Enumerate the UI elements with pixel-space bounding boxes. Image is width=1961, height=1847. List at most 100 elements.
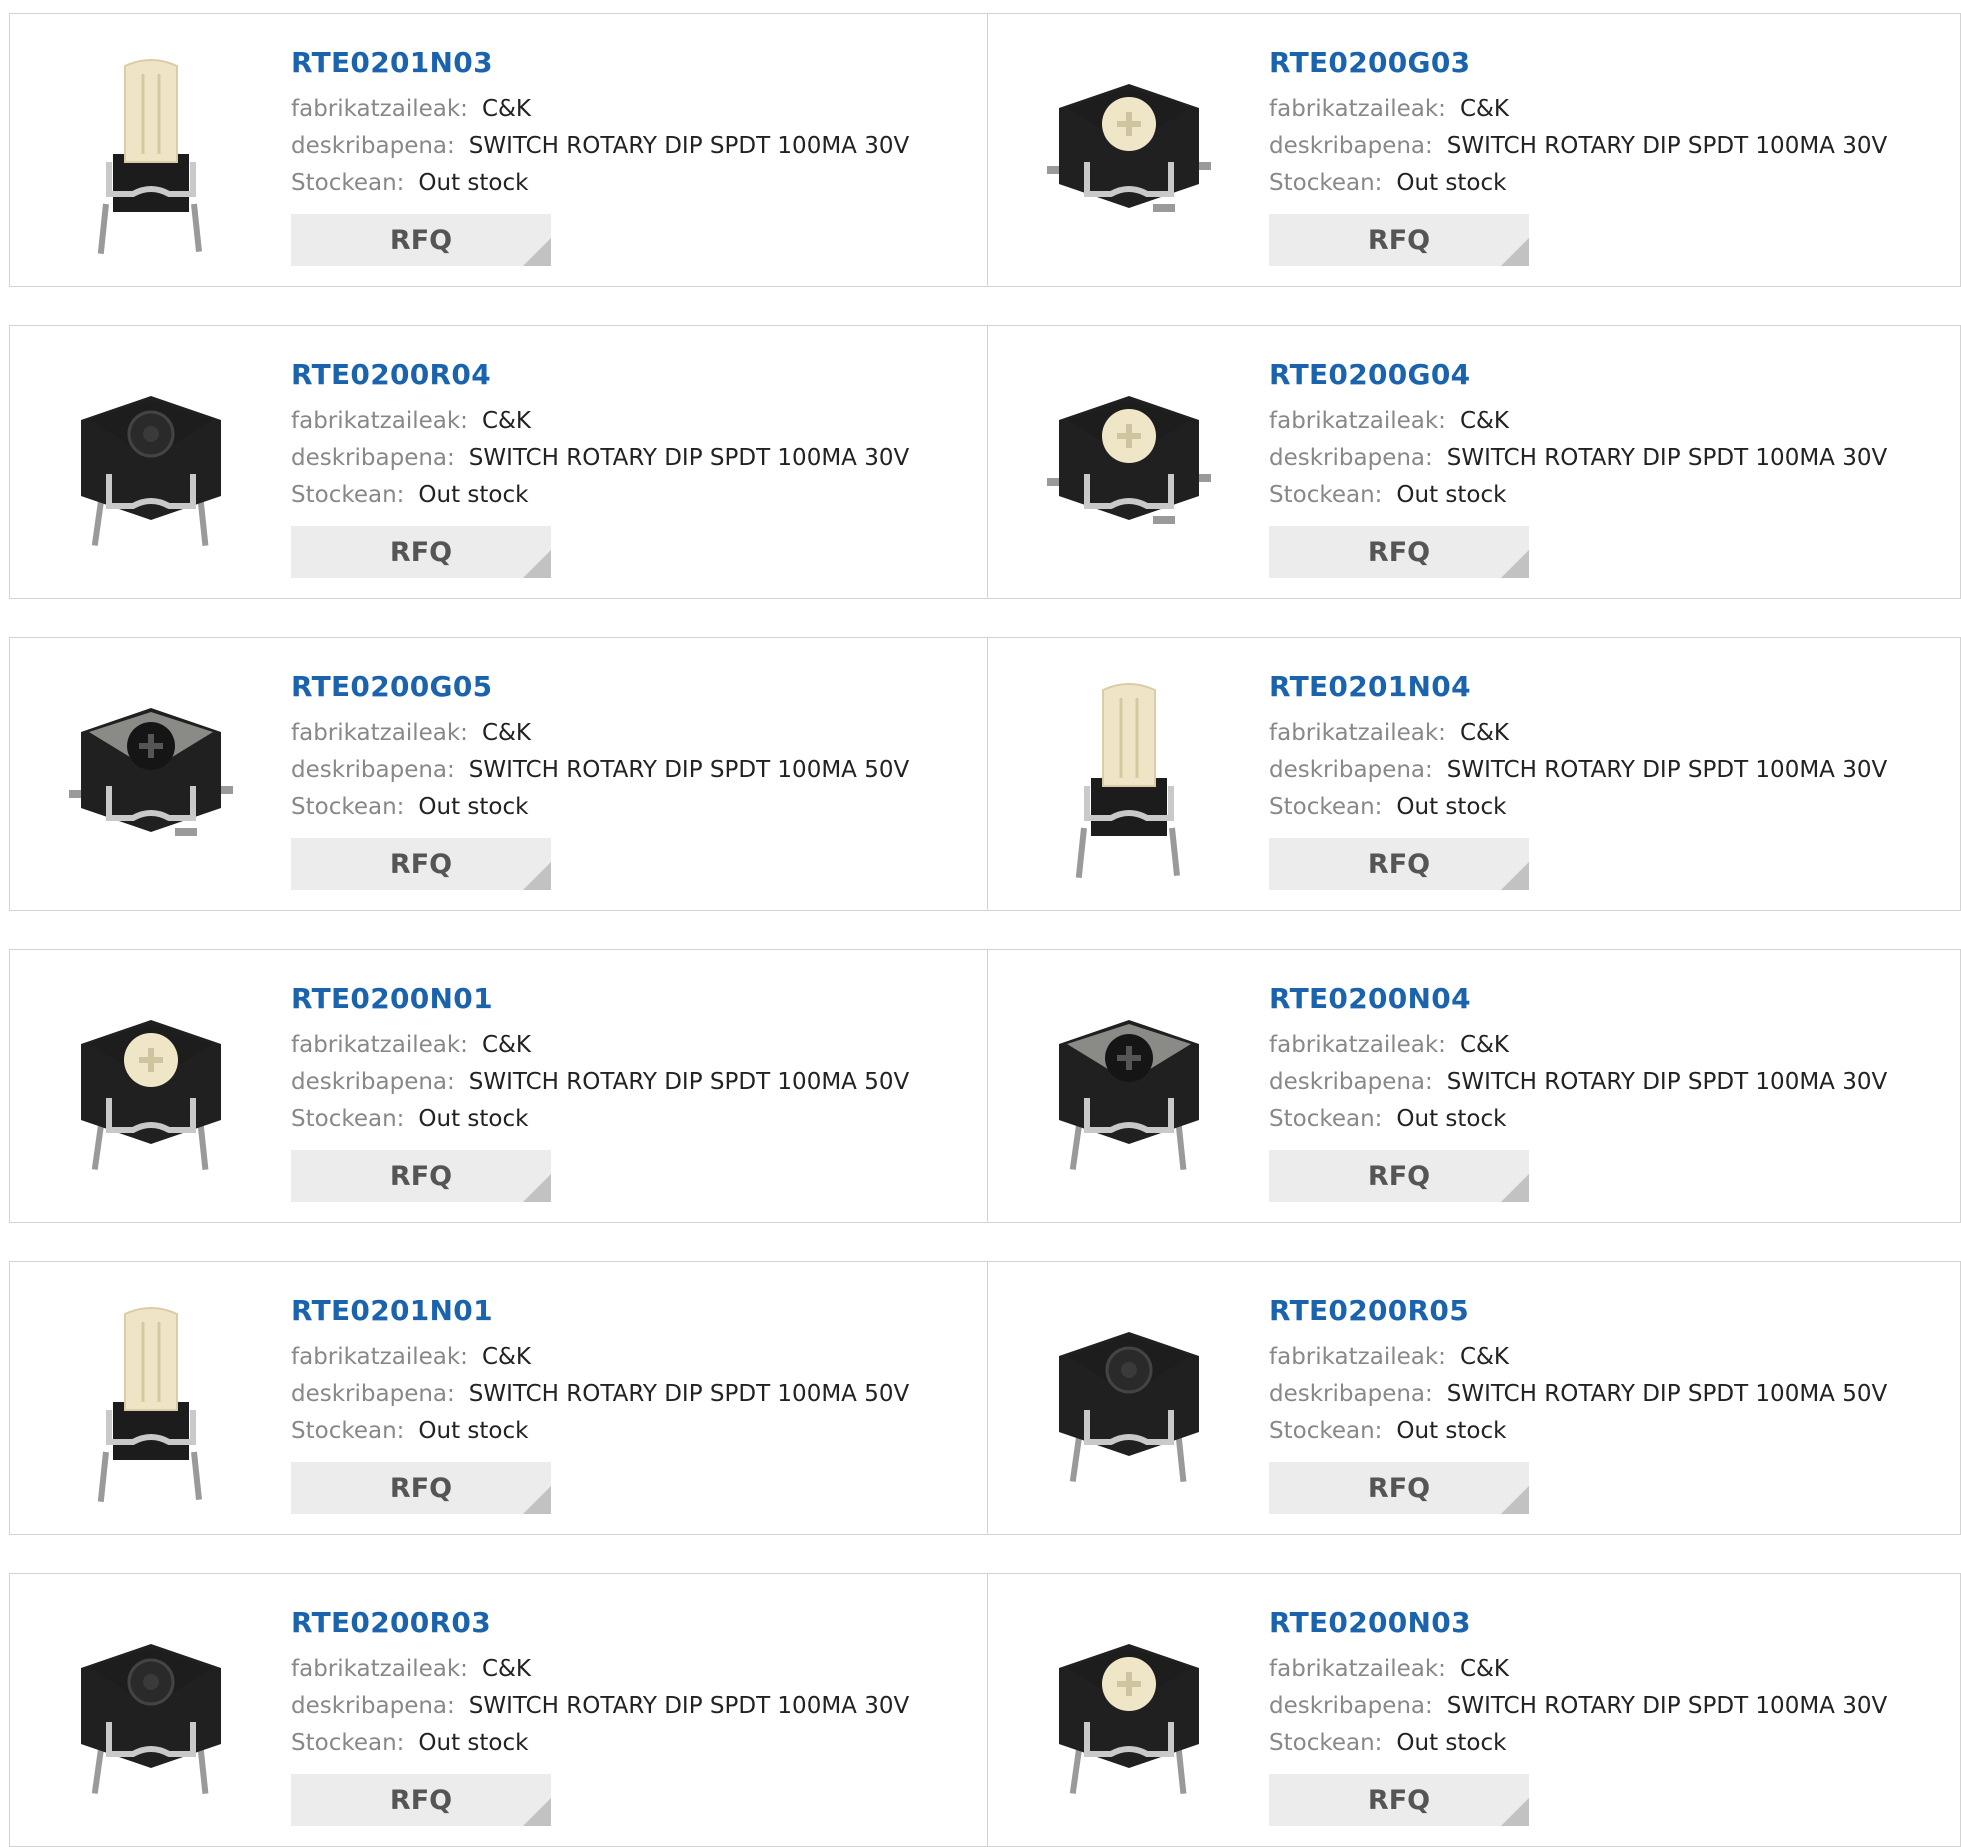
- rfq-button[interactable]: RFQ: [1269, 1774, 1529, 1826]
- stock-line: Stockean: Out stock: [291, 1418, 528, 1444]
- product-card: RTE0201N04 fabrikatzaileak: C&K deskribapen…: [988, 638, 1961, 910]
- corner-triangle-icon: [1501, 1486, 1529, 1514]
- product-part-number-link[interactable]: RTE0200R03: [291, 1606, 491, 1639]
- product-card: RTE0200R03 fabrikatzaileak: C&K deskribapen…: [10, 1574, 986, 1846]
- stock-value: Out stock: [418, 794, 529, 820]
- stock-line: Stockean: Out stock: [1269, 794, 1506, 820]
- product-part-number-link[interactable]: RTE0200N04: [1269, 982, 1471, 1015]
- product-part-number-link[interactable]: RTE0200G05: [291, 670, 492, 703]
- manufacturer-label: fabrikatzaileak:: [291, 96, 468, 122]
- manufacturer-value: C&K: [481, 1656, 532, 1682]
- product-row: RTE0200R04 fabrikatzaileak: C&K deskribapen…: [9, 325, 1961, 599]
- stock-label: Stockean:: [291, 1106, 405, 1132]
- description-line: deskribapena: SWITCH ROTARY DIP SPDT 100M…: [291, 445, 909, 471]
- manufacturer-line: fabrikatzaileak: C&K: [1269, 1032, 1509, 1058]
- product-image[interactable]: [51, 990, 251, 1190]
- product-image[interactable]: [1029, 1302, 1229, 1502]
- product-card: RTE0200G04 fabrikatzaileak: C&K deskribapen…: [988, 326, 1961, 598]
- description-value: SWITCH ROTARY DIP SPDT 100MA 30V: [1446, 1069, 1888, 1095]
- corner-triangle-icon: [1501, 862, 1529, 890]
- description-line: deskribapena: SWITCH ROTARY DIP SPDT 100M…: [291, 1693, 909, 1719]
- rfq-button[interactable]: RFQ: [1269, 526, 1529, 578]
- manufacturer-value: C&K: [1459, 1656, 1510, 1682]
- rfq-button[interactable]: RFQ: [291, 1150, 551, 1202]
- description-label: deskribapena:: [1269, 1693, 1433, 1719]
- manufacturer-label: fabrikatzaileak:: [1269, 1032, 1446, 1058]
- description-line: deskribapena: SWITCH ROTARY DIP SPDT 100M…: [1269, 1069, 1887, 1095]
- product-part-number-link[interactable]: RTE0200N01: [291, 982, 493, 1015]
- product-part-number-link[interactable]: RTE0201N01: [291, 1294, 493, 1327]
- description-line: deskribapena: SWITCH ROTARY DIP SPDT 100M…: [291, 133, 909, 159]
- description-value: SWITCH ROTARY DIP SPDT 100MA 30V: [468, 445, 910, 471]
- product-image[interactable]: [1029, 678, 1229, 879]
- corner-triangle-icon: [1501, 1798, 1529, 1826]
- description-value: SWITCH ROTARY DIP SPDT 100MA 50V: [468, 1069, 910, 1095]
- rfq-label: RFQ: [389, 536, 453, 568]
- rfq-button[interactable]: RFQ: [291, 1462, 551, 1514]
- description-label: deskribapena:: [1269, 1381, 1433, 1407]
- product-part-number-link[interactable]: RTE0201N03: [291, 46, 493, 79]
- manufacturer-label: fabrikatzaileak:: [1269, 408, 1446, 434]
- rfq-button[interactable]: RFQ: [291, 838, 551, 890]
- rfq-button[interactable]: RFQ: [291, 1774, 551, 1826]
- product-card: RTE0200N01 fabrikatzaileak: C&K deskribapen…: [10, 950, 986, 1222]
- rfq-button[interactable]: RFQ: [1269, 214, 1529, 266]
- rfq-button[interactable]: RFQ: [1269, 1462, 1529, 1514]
- description-label: deskribapena:: [1269, 445, 1433, 471]
- manufacturer-value: C&K: [1459, 1344, 1510, 1370]
- stock-value: Out stock: [418, 1730, 529, 1756]
- stock-line: Stockean: Out stock: [291, 170, 528, 196]
- stock-value: Out stock: [1396, 1418, 1507, 1444]
- rfq-label: RFQ: [1367, 1784, 1431, 1816]
- rfq-button[interactable]: RFQ: [291, 214, 551, 266]
- description-line: deskribapena: SWITCH ROTARY DIP SPDT 100M…: [291, 757, 909, 783]
- product-part-number-link[interactable]: RTE0200R05: [1269, 1294, 1469, 1327]
- product-part-number-link[interactable]: RTE0200N03: [1269, 1606, 1471, 1639]
- product-image[interactable]: [51, 678, 251, 878]
- stock-line: Stockean: Out stock: [291, 1730, 528, 1756]
- product-part-number-link[interactable]: RTE0200R04: [291, 358, 491, 391]
- product-card: RTE0200R05 fabrikatzaileak: C&K deskribapen…: [988, 1262, 1961, 1534]
- description-line: deskribapena: SWITCH ROTARY DIP SPDT 100M…: [1269, 757, 1887, 783]
- manufacturer-label: fabrikatzaileak:: [1269, 1344, 1446, 1370]
- product-image[interactable]: [1029, 1614, 1229, 1814]
- corner-triangle-icon: [1501, 238, 1529, 266]
- product-image[interactable]: [51, 54, 251, 255]
- rfq-label: RFQ: [1367, 1160, 1431, 1192]
- rfq-button[interactable]: RFQ: [291, 526, 551, 578]
- manufacturer-value: C&K: [481, 408, 532, 434]
- description-value: SWITCH ROTARY DIP SPDT 100MA 30V: [1446, 757, 1888, 783]
- stock-label: Stockean:: [1269, 1106, 1383, 1132]
- product-card: RTE0200N04 fabrikatzaileak: C&K deskribapen…: [988, 950, 1961, 1222]
- manufacturer-line: fabrikatzaileak: C&K: [1269, 720, 1509, 746]
- product-part-number-link[interactable]: RTE0200G03: [1269, 46, 1470, 79]
- product-row: RTE0200R03 fabrikatzaileak: C&K deskribapen…: [9, 1573, 1961, 1847]
- corner-triangle-icon: [523, 1798, 551, 1826]
- stock-line: Stockean: Out stock: [1269, 1106, 1506, 1132]
- rfq-label: RFQ: [1367, 1472, 1431, 1504]
- stock-line: Stockean: Out stock: [291, 794, 528, 820]
- description-label: deskribapena:: [291, 1069, 455, 1095]
- product-card: RTE0200G03 fabrikatzaileak: C&K deskribapen…: [988, 14, 1961, 286]
- product-row: RTE0200G05 fabrikatzaileak: C&K deskribapen…: [9, 637, 1961, 911]
- stock-label: Stockean:: [291, 170, 405, 196]
- corner-triangle-icon: [1501, 550, 1529, 578]
- product-image[interactable]: [1029, 366, 1229, 566]
- product-image[interactable]: [51, 1614, 251, 1814]
- rfq-button[interactable]: RFQ: [1269, 838, 1529, 890]
- rfq-button[interactable]: RFQ: [1269, 1150, 1529, 1202]
- product-part-number-link[interactable]: RTE0200G04: [1269, 358, 1470, 391]
- product-image[interactable]: [51, 1302, 251, 1503]
- rfq-label: RFQ: [389, 848, 453, 880]
- stock-label: Stockean:: [1269, 482, 1383, 508]
- product-image[interactable]: [51, 366, 251, 566]
- stock-line: Stockean: Out stock: [1269, 482, 1506, 508]
- product-part-number-link[interactable]: RTE0201N04: [1269, 670, 1471, 703]
- description-label: deskribapena:: [291, 757, 455, 783]
- product-image[interactable]: [1029, 990, 1229, 1190]
- manufacturer-line: fabrikatzaileak: C&K: [1269, 1344, 1509, 1370]
- product-image[interactable]: [1029, 54, 1229, 254]
- rfq-label: RFQ: [389, 1784, 453, 1816]
- product-card: RTE0201N01 fabrikatzaileak: C&K deskribapen…: [10, 1262, 986, 1534]
- manufacturer-line: fabrikatzaileak: C&K: [291, 720, 531, 746]
